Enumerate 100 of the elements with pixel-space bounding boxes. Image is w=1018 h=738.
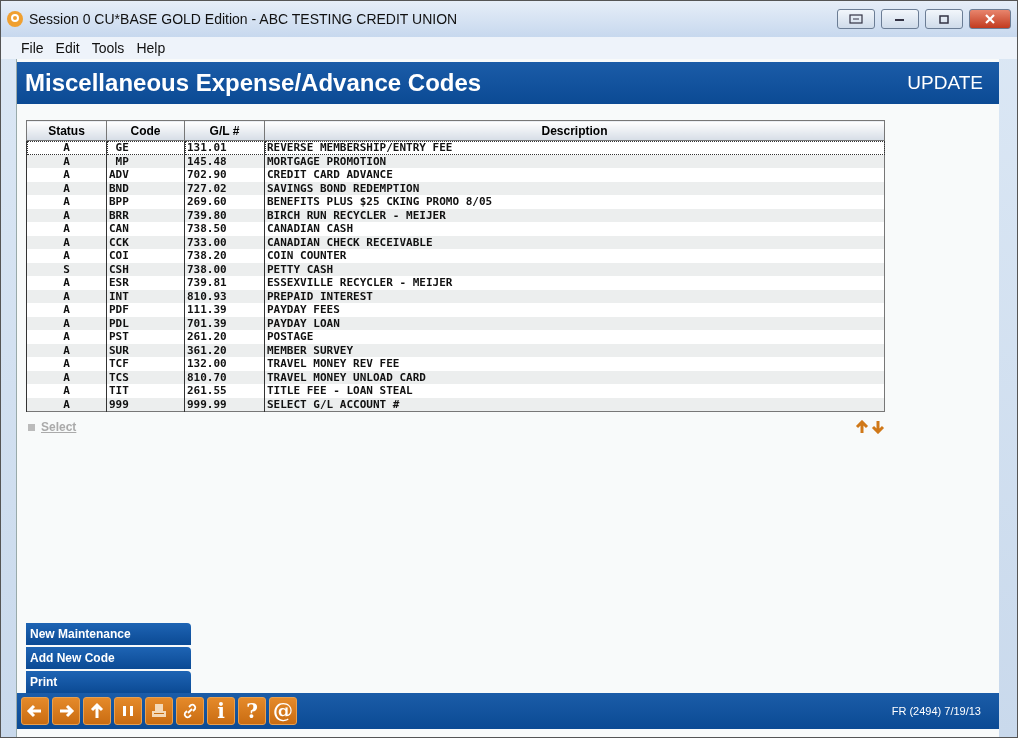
column-header[interactable]: Description <box>264 120 885 141</box>
table-row[interactable]: A BPP 269.60 BENEFITS PLUS $25 CKING PROMO 8/05 <box>26 195 885 209</box>
table-cell: MEMBER SURVEY <box>264 343 885 357</box>
table-cell: TIT <box>106 384 185 398</box>
status-text: FR (2494) 7/19/13 <box>891 705 982 717</box>
table-row[interactable]: A SUR 361.20 MEMBER SURVEY <box>26 343 885 357</box>
table-row[interactable]: A ESR 739.81 ESSEXVILLE RECYCLER - MEIJER <box>26 276 885 290</box>
table-cell: TRAVEL MONEY UNLOAD CARD <box>264 370 885 384</box>
table-cell: TCS <box>106 370 185 384</box>
column-header[interactable]: Status <box>26 120 107 141</box>
toolbar-button[interactable] <box>145 697 173 725</box>
table-cell: 132.00 <box>184 357 265 371</box>
menu-item[interactable]: Edit <box>55 40 80 56</box>
table-cell: TITLE FEE - LOAN STEAL <box>264 384 885 398</box>
close-button[interactable] <box>969 9 1011 29</box>
table-row[interactable]: A TCS 810.70 TRAVEL MONEY UNLOAD CARD <box>26 370 885 384</box>
menu-item[interactable]: File <box>21 40 44 56</box>
table-row[interactable]: A PDF 111.39 PAYDAY FEES <box>26 303 885 317</box>
toolbar-button[interactable] <box>52 697 80 725</box>
table-cell: 727.02 <box>184 181 265 195</box>
table-cell: A <box>26 222 107 236</box>
action-button[interactable]: Add New Code <box>26 647 191 669</box>
table-cell: 733.00 <box>184 235 265 249</box>
table-cell: SAVINGS BOND REDEMPTION <box>264 181 885 195</box>
table-row[interactable]: A INT 810.93 PREPAID INTEREST <box>26 289 885 303</box>
table-cell: A <box>26 397 107 412</box>
table-cell: CCK <box>106 235 185 249</box>
table-cell: TCF <box>106 357 185 371</box>
toolbar-button[interactable] <box>114 697 142 725</box>
table-cell: CAN <box>106 222 185 236</box>
table-cell: 261.20 <box>184 330 265 344</box>
window-title: Session 0 CU*BASE GOLD Edition - ABC TESTING CREDIT UNION <box>29 11 459 27</box>
table-row[interactable]: A CCK 733.00 CANADIAN CHECK RECEIVABLE <box>26 235 885 249</box>
table-row[interactable]: A CAN 738.50 CANADIAN CASH <box>26 222 885 236</box>
table-cell: 702.90 <box>184 168 265 182</box>
table-cell: PAYDAY FEES <box>264 303 885 317</box>
table-cell: 810.93 <box>184 289 265 303</box>
table-cell: BENEFITS PLUS $25 CKING PROMO 8/05 <box>264 195 885 209</box>
table-cell: A <box>26 303 107 317</box>
table-cell: BIRCH RUN RECYCLER - MEIJER <box>264 208 885 222</box>
minimize-button[interactable] <box>881 9 919 29</box>
table-cell: TRAVEL MONEY REV FEE <box>264 357 885 371</box>
table-cell: A <box>26 208 107 222</box>
table-cell: COIN COUNTER <box>264 249 885 263</box>
action-button[interactable]: Print <box>26 671 191 693</box>
toolbar-button[interactable] <box>83 697 111 725</box>
table-cell: 111.39 <box>184 303 265 317</box>
menu-item[interactable]: Tools <box>91 40 125 56</box>
close-icon <box>984 14 996 24</box>
maximize-icon <box>939 14 949 24</box>
table-row[interactable]: A TCF 132.00 TRAVEL MONEY REV FEE <box>26 357 885 371</box>
table-row[interactable]: A GE 131.01 REVERSE MEMBERSHIP/ENTRY FEE <box>26 140 885 155</box>
table-row[interactable]: A BRR 739.80 BIRCH RUN RECYCLER - MEIJER <box>26 208 885 222</box>
table-row[interactable]: A MP 145.48 MORTGAGE PROMOTION <box>26 154 885 168</box>
table-cell: PDL <box>106 316 185 330</box>
table-cell: A <box>26 343 107 357</box>
action-button[interactable]: New Maintenance <box>26 623 191 645</box>
table-cell: 261.55 <box>184 384 265 398</box>
table-cell: PAYDAY LOAN <box>264 316 885 330</box>
table-row[interactable]: S CSH 738.00 PETTY CASH <box>26 262 885 276</box>
toolbar-button[interactable] <box>21 697 49 725</box>
table-cell: BPP <box>106 195 185 209</box>
table-cell: ESR <box>106 276 185 290</box>
table-cell: 739.81 <box>184 276 265 290</box>
maximize-button[interactable] <box>925 9 963 29</box>
table-cell: SELECT G/L ACCOUNT # <box>264 397 885 412</box>
column-header[interactable]: Code <box>106 120 185 141</box>
table-cell: 269.60 <box>184 195 265 209</box>
table-cell: A <box>26 276 107 290</box>
table-cell: SUR <box>106 343 185 357</box>
table-row[interactable]: A COI 738.20 COIN COUNTER <box>26 249 885 263</box>
table-cell: 738.00 <box>184 262 265 276</box>
toolbar-button[interactable] <box>176 697 204 725</box>
table-row[interactable]: A ADV 702.90 CREDIT CARD ADVANCE <box>26 168 885 182</box>
page-title: Miscellaneous Expense/Advance Codes <box>25 69 482 97</box>
table-cell: PETTY CASH <box>264 262 885 276</box>
table-cell: PREPAID INTEREST <box>264 289 885 303</box>
scroll-down-icon[interactable] <box>871 420 885 434</box>
table-cell: A <box>26 181 107 195</box>
table-cell: 738.20 <box>184 249 265 263</box>
table-cell: 810.70 <box>184 370 265 384</box>
table-row[interactable]: A PST 261.20 POSTAGE <box>26 330 885 344</box>
menu-item[interactable]: Help <box>136 40 166 56</box>
table-cell: COI <box>106 249 185 263</box>
scroll-up-icon[interactable] <box>855 420 869 434</box>
table-cell: A <box>26 235 107 249</box>
table-row[interactable]: A 999 999.99 SELECT G/L ACCOUNT # <box>26 397 885 412</box>
column-header[interactable]: G/L # <box>184 120 265 141</box>
table-row[interactable]: A BND 727.02 SAVINGS BOND REDEMPTION <box>26 181 885 195</box>
table-cell: BND <box>106 181 185 195</box>
restore-view-button[interactable] <box>837 9 875 29</box>
table-cell: 739.80 <box>184 208 265 222</box>
table-row[interactable]: A PDL 701.39 PAYDAY LOAN <box>26 316 885 330</box>
mode-label: UPDATE <box>907 72 983 94</box>
table-cell: PST <box>106 330 185 344</box>
table-cell: CANADIAN CHECK RECEIVABLE <box>264 235 885 249</box>
table-cell: ESSEXVILLE RECYCLER - MEIJER <box>264 276 885 290</box>
table-cell: CREDIT CARD ADVANCE <box>264 168 885 182</box>
table-row[interactable]: A TIT 261.55 TITLE FEE - LOAN STEAL <box>26 384 885 398</box>
app-logo-icon <box>7 11 23 27</box>
